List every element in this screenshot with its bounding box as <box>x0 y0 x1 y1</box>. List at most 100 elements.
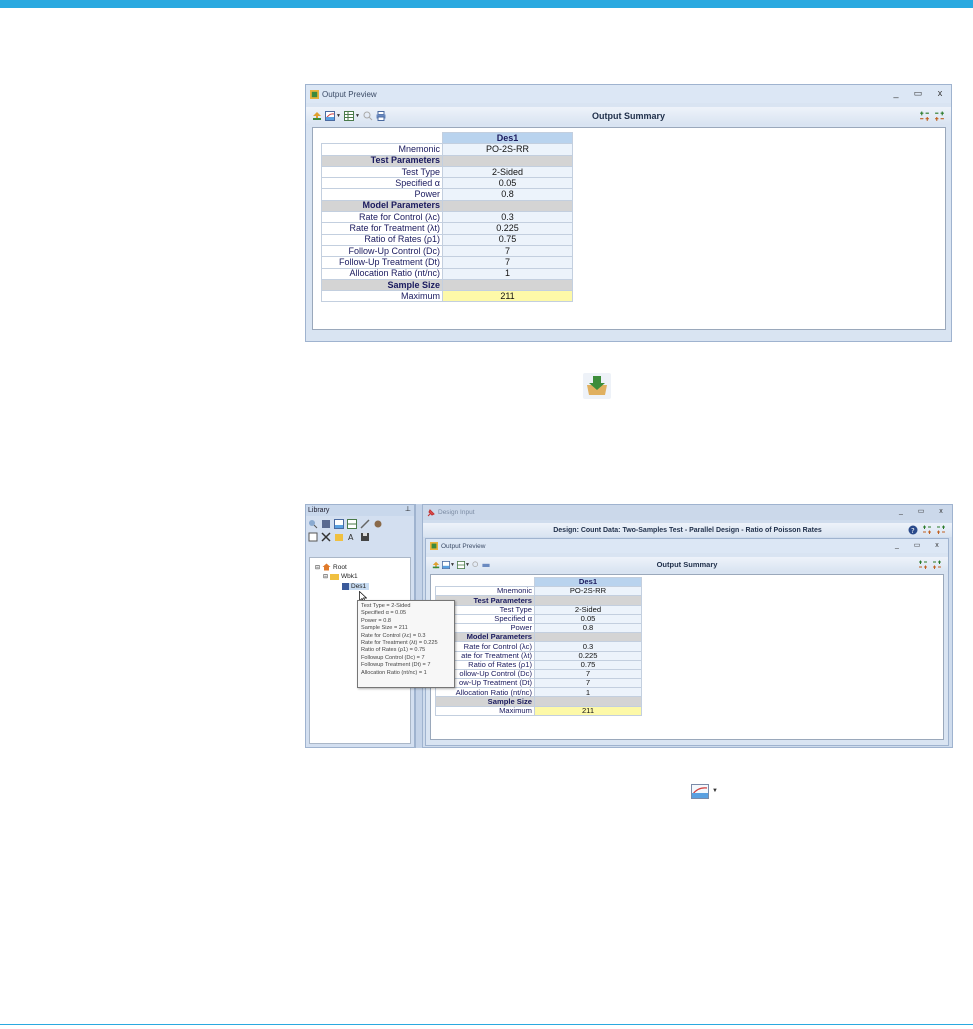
close-button[interactable]: x <box>935 87 945 99</box>
export-chart-icon[interactable] <box>442 560 450 569</box>
tree-label: Root <box>333 563 347 571</box>
row-value: 0.225 <box>442 222 573 235</box>
tree-node-design[interactable]: Des1 <box>342 583 370 590</box>
row-value: 0.3 <box>442 211 573 224</box>
design-header-bar: Design: Count Data: Two-Samples Test - P… <box>423 523 952 537</box>
folder-icon[interactable] <box>334 532 344 542</box>
chevron-down-icon[interactable]: ▼ <box>450 562 455 568</box>
column-header: Des1 <box>534 576 642 588</box>
window-title: Output Preview <box>322 89 377 99</box>
window-titlebar[interactable]: Output Preview _ ▭ x <box>306 85 951 103</box>
maximize-button[interactable]: ▭ <box>912 540 922 552</box>
window-title: Design Input <box>438 509 475 516</box>
home-icon <box>322 563 331 571</box>
collapse-icon[interactable]: ⊟ <box>323 573 328 580</box>
tooltip-line: Followup Treatment (Dt) = 7 <box>361 662 431 669</box>
tree-label: Des1 <box>351 583 367 590</box>
link-icon[interactable] <box>373 519 383 529</box>
minimize-button[interactable]: _ <box>892 540 902 552</box>
help-icon[interactable]: ? <box>908 525 918 535</box>
row-value: 7 <box>534 678 642 689</box>
row-label: Maximum <box>321 290 443 303</box>
output-preview-icon <box>430 542 438 550</box>
row-value: PO-2S-RR <box>534 586 642 597</box>
rename-icon[interactable]: A <box>347 532 357 542</box>
edit-icon[interactable] <box>360 519 370 529</box>
row-label: Ratio of Rates (ρ1) <box>321 233 443 246</box>
print-icon[interactable] <box>482 561 490 569</box>
list-icon[interactable] <box>321 519 331 529</box>
maximize-button[interactable]: ▭ <box>916 506 926 518</box>
output-summary-table-small: Des1 Mnemonic PO-2S-RR Test Parameters Te… <box>435 576 642 716</box>
output-preview-icon <box>310 89 319 99</box>
row-label: Rate for Control (λc) <box>321 211 443 224</box>
table-icon[interactable] <box>343 111 354 121</box>
row-value: 0.8 <box>534 622 642 634</box>
tree-node-root[interactable]: ⊟ Root <box>315 563 347 571</box>
column-header: Des1 <box>442 131 573 145</box>
design-header: Design: Count Data: Two-Samples Test - P… <box>553 526 822 534</box>
sample-size-value: 211 <box>442 290 573 303</box>
pin-icon <box>427 508 435 516</box>
section-title: Sample Size <box>321 278 443 292</box>
tooltip-line: Rate for Treatment (λt) = 0.225 <box>361 640 438 647</box>
print-icon[interactable] <box>376 111 386 121</box>
window-titlebar[interactable]: Design Input _ ▭ x <box>423 505 952 520</box>
compare-icon[interactable] <box>918 560 928 570</box>
compare-icon[interactable] <box>922 525 932 535</box>
close-button[interactable]: x <box>932 540 942 552</box>
row-label: Power <box>321 188 443 201</box>
design-tooltip: Test Type = 2-Sided Specified α = 0.05 P… <box>357 600 455 688</box>
find-icon[interactable] <box>472 560 480 569</box>
row-label: Mnemonic <box>321 143 443 156</box>
maximize-button[interactable]: ▭ <box>913 87 923 99</box>
row-value: 2-Sided <box>442 165 573 179</box>
tooltip-line: Followup Control (Dc) = 7 <box>361 654 425 661</box>
close-button[interactable]: x <box>936 506 946 518</box>
compare-alt-icon[interactable] <box>934 111 945 122</box>
export-chart-icon[interactable] <box>334 519 344 529</box>
row-value: 7 <box>442 256 573 269</box>
row-label: Allocation Ratio (nt/nc) <box>435 687 535 698</box>
window-title: Output Preview <box>441 542 486 550</box>
chevron-down-icon[interactable]: ▼ <box>355 113 360 119</box>
compare-icon[interactable] <box>919 111 930 122</box>
row-value: 7 <box>442 244 573 258</box>
table-icon[interactable] <box>456 560 465 569</box>
row-value: 0.3 <box>534 641 642 652</box>
save-to-library-icon[interactable] <box>432 561 440 569</box>
table-icon[interactable] <box>347 519 357 529</box>
output-content: Des1 Mnemonic PO-2S-RR Test Parameters Te… <box>430 574 944 740</box>
tree-node-workbook[interactable]: ⊟ Wbk1 <box>323 573 358 580</box>
minimize-button[interactable]: _ <box>896 506 906 518</box>
toolbar-title: Output Summary <box>591 111 665 121</box>
section-title: Model Parameters <box>321 199 443 213</box>
compare-alt-icon[interactable] <box>936 525 946 535</box>
chevron-down-icon[interactable]: ▼ <box>465 562 470 568</box>
new-design-icon[interactable] <box>308 519 318 529</box>
tooltip-line: Specified α = 0.05 <box>361 610 407 617</box>
row-value: 1 <box>534 687 642 698</box>
row-value: 2-Sided <box>534 604 642 615</box>
collapse-icon[interactable]: ⊟ <box>315 564 320 571</box>
row-label: Test Type <box>321 165 443 179</box>
row-value: 1 <box>442 267 573 280</box>
export-chart-dropdown: ▼ <box>691 783 722 799</box>
row-value: 0.225 <box>534 650 642 661</box>
chevron-down-icon[interactable]: ▼ <box>336 113 341 119</box>
compare-alt-icon[interactable] <box>932 560 942 570</box>
tree-label: Wbk1 <box>341 573 358 580</box>
row-label: Allocation Ratio (nt/nc) <box>321 267 443 280</box>
save-icon[interactable] <box>308 532 318 542</box>
pin-icon[interactable]: ⊥ <box>405 505 411 513</box>
disk-icon[interactable] <box>360 532 370 542</box>
output-preview-window: Output Preview _ ▭ x ▼ ▼ Output Summary … <box>305 84 952 342</box>
export-chart-icon <box>691 783 709 799</box>
find-icon[interactable] <box>363 111 373 121</box>
delete-icon[interactable] <box>321 532 331 542</box>
minimize-button[interactable]: _ <box>891 87 901 99</box>
export-chart-icon[interactable] <box>325 111 335 121</box>
save-to-library-icon[interactable] <box>312 111 322 121</box>
window-titlebar[interactable]: Output Preview _ ▭ x <box>426 539 948 553</box>
row-label: Specified α <box>321 177 443 190</box>
